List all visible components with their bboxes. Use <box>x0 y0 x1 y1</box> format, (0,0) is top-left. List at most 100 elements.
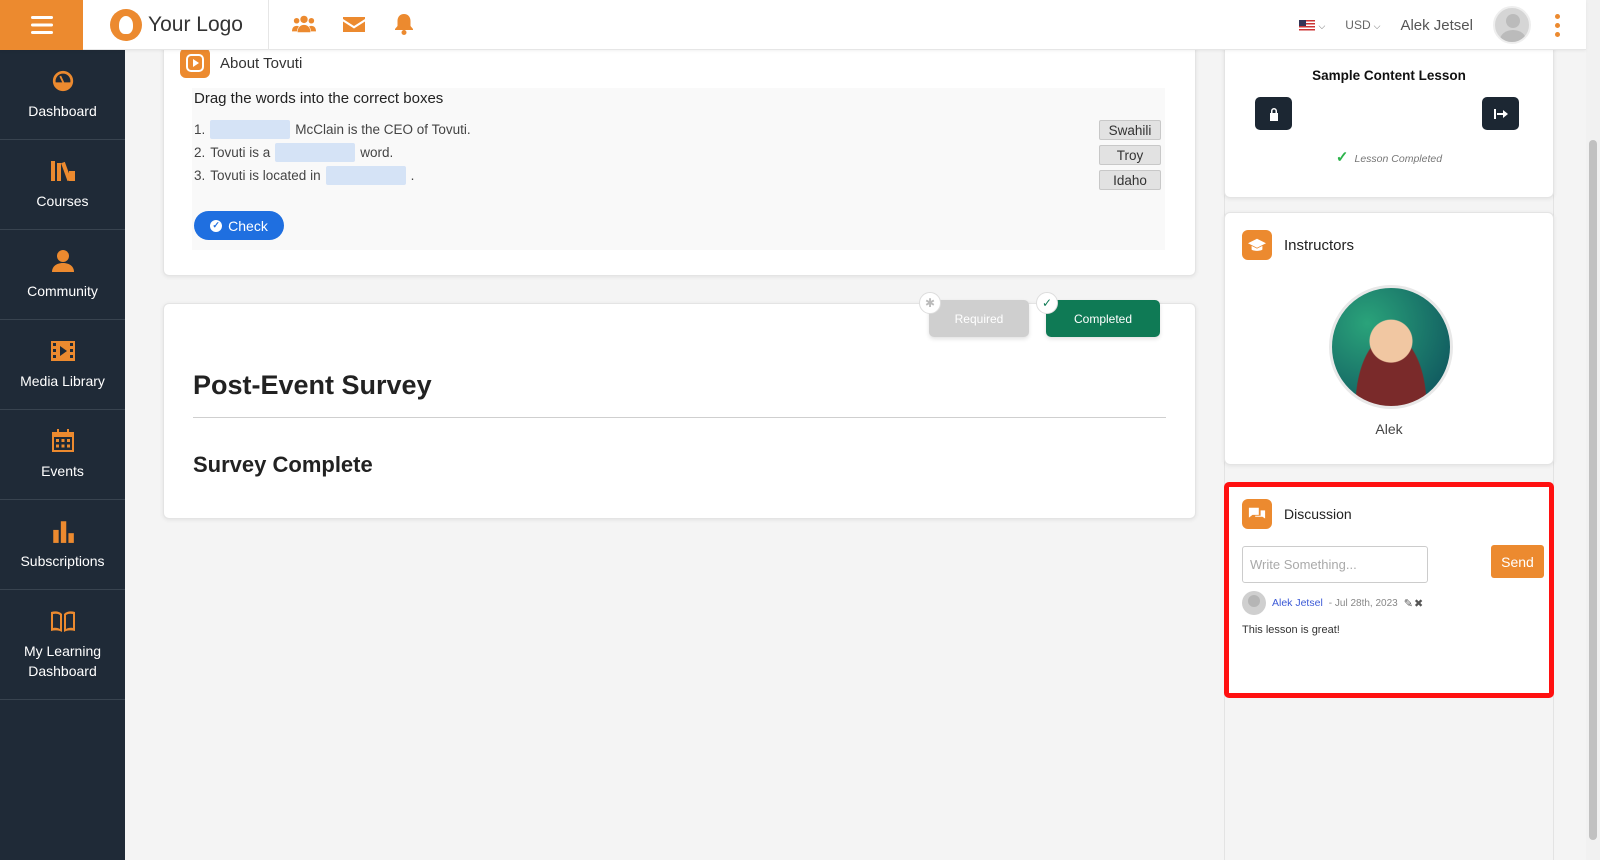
question-text: Tovuti is a <box>210 145 271 160</box>
drag-drop-activity: Drag the words into the correct boxes 1.… <box>192 88 1165 250</box>
close-icon[interactable]: ✖ <box>1414 598 1424 610</box>
lesson-card: Sample Content Lesson ✓ Lesson Completed <box>1224 30 1554 198</box>
check-button[interactable]: ✓ Check <box>194 211 284 240</box>
sidebar-item-dashboard[interactable]: Dashboard <box>0 50 125 140</box>
sidebar-item-label: Courses <box>36 192 89 209</box>
scrollbar-thumb[interactable] <box>1589 140 1597 840</box>
user-name[interactable]: Alek Jetsel <box>1400 17 1473 34</box>
users-icon[interactable] <box>292 13 316 35</box>
more-options-icon[interactable] <box>1551 13 1564 37</box>
draggable-word[interactable]: Swahili <box>1099 120 1161 140</box>
discussion-header: Discussion <box>1242 499 1352 529</box>
question-text: word. <box>360 145 394 160</box>
drop-zone[interactable] <box>210 120 291 139</box>
interactive-content-icon <box>180 48 210 78</box>
survey-status: Survey Complete <box>193 452 373 477</box>
discussion-card: Discussion Send Alek Jetsel - Jul 28th, … <box>1224 482 1554 698</box>
us-flag-icon <box>1299 20 1316 32</box>
sidebar-item-subscriptions[interactable]: Subscriptions <box>0 500 125 590</box>
check-circle-icon: ✓ <box>210 219 223 232</box>
hamburger-icon <box>30 16 53 34</box>
currency-selector[interactable]: USD ⌵ <box>1345 18 1380 32</box>
question-line: 2. Tovuti is a word. <box>194 143 393 162</box>
avatar[interactable] <box>1242 591 1266 615</box>
sidebar-item-courses[interactable]: Courses <box>0 140 125 230</box>
drop-zone[interactable] <box>325 166 406 185</box>
exit-arrow-icon <box>1493 108 1508 119</box>
film-icon <box>50 340 75 361</box>
logo-mark-icon <box>110 9 142 41</box>
sidebar-item-events[interactable]: Events <box>0 410 125 500</box>
question-number: 1. <box>194 122 206 137</box>
instructors-title: Instructors <box>1284 236 1355 254</box>
lesson-status: ✓ Lesson Completed <box>1225 148 1553 166</box>
menu-toggle-button[interactable] <box>0 0 83 50</box>
comment-date: - Jul 28th, 2023 <box>1328 597 1398 609</box>
sidebar-item-label: Subscriptions <box>20 552 105 569</box>
checkmark-icon: ✓ <box>1335 149 1349 166</box>
asterisk-icon: ✱ <box>919 292 941 314</box>
checkmark-icon: ✓ <box>1036 292 1058 314</box>
bell-icon[interactable] <box>392 13 416 35</box>
question-line: 1. McClain is the CEO of Tovuti. <box>194 120 471 139</box>
survey-title: Post-Event Survey <box>193 370 432 400</box>
books-icon <box>50 160 75 181</box>
sidebar-item-label: Community <box>27 282 98 299</box>
chevron-down-icon: ⌵ <box>1318 21 1326 31</box>
top-nav-icons <box>292 13 416 35</box>
community-icon <box>51 249 74 272</box>
sidebar: Dashboard Courses Community Media Librar… <box>0 50 125 860</box>
locked-previous-button[interactable] <box>1255 97 1292 130</box>
chat-bubbles-icon <box>1242 499 1272 529</box>
instructor-avatar[interactable] <box>1329 285 1453 409</box>
lesson-title: Sample Content Lesson <box>1312 68 1466 83</box>
user-avatar[interactable] <box>1493 6 1531 44</box>
completed-label: Completed <box>1073 311 1133 326</box>
instructor-name: Alek <box>1375 421 1403 437</box>
question-text: McClain is the CEO of Tovuti. <box>295 122 471 137</box>
discussion-input[interactable] <box>1242 546 1428 583</box>
check-label: Check <box>228 217 268 234</box>
language-selector[interactable]: ⌵ <box>1299 18 1325 32</box>
question-text: Tovuti is located in <box>210 168 321 183</box>
survey-card: ✱ Required ✓ Completed Post-Event Survey… <box>163 292 1196 519</box>
lock-icon <box>1269 107 1278 121</box>
logo[interactable]: Your Logo <box>110 9 243 41</box>
graduation-cap-icon <box>1242 230 1272 260</box>
sidebar-item-media-library[interactable]: Media Library <box>0 320 125 410</box>
bar-chart-icon <box>52 520 74 543</box>
instructors-header: Instructors <box>1242 230 1354 260</box>
logo-text: Your Logo <box>148 13 243 36</box>
draggable-word[interactable]: Troy <box>1099 145 1161 165</box>
sidebar-item-community[interactable]: Community <box>0 230 125 320</box>
currency-label: USD <box>1345 18 1371 32</box>
chevron-down-icon: ⌵ <box>1373 21 1381 31</box>
drop-zone[interactable] <box>275 143 356 162</box>
comment-author[interactable]: Alek Jetsel <box>1272 597 1323 609</box>
sidebar-item-label: Events <box>41 462 84 479</box>
open-book-icon <box>50 610 75 632</box>
sidebar-item-my-learning-dashboard[interactable]: My Learning Dashboard <box>0 590 125 700</box>
edit-pencil-icon[interactable]: ✎ <box>1404 598 1414 610</box>
top-bar: Your Logo ⌵ USD ⌵ Alek Jetsel <box>0 0 1586 50</box>
question-number: 3. <box>194 168 206 183</box>
envelope-icon[interactable] <box>342 13 366 35</box>
sidebar-item-label: Media Library <box>20 372 105 389</box>
about-title: About Tovuti <box>220 54 303 72</box>
sidebar-item-label: Dashboard <box>28 102 97 119</box>
scrollbar[interactable] <box>1586 0 1600 860</box>
comment-actions: ✎✖ <box>1404 597 1424 610</box>
send-button[interactable]: Send <box>1491 545 1544 578</box>
draggable-word[interactable]: Idaho <box>1099 170 1161 190</box>
about-header: About Tovuti <box>180 48 302 78</box>
question-line: 3. Tovuti is located in . <box>194 166 414 185</box>
comment-text: This lesson is great! <box>1242 624 1340 636</box>
calendar-icon <box>51 428 74 452</box>
divider <box>193 417 1166 418</box>
question-text: . <box>410 168 415 183</box>
instructors-card: Instructors Alek <box>1224 212 1554 465</box>
about-tovuti-card: About Tovuti Drag the words into the cor… <box>163 30 1196 276</box>
top-right-controls: ⌵ USD ⌵ Alek Jetsel <box>1299 0 1564 50</box>
discussion-title: Discussion <box>1284 506 1352 522</box>
next-lesson-button[interactable] <box>1482 97 1519 130</box>
